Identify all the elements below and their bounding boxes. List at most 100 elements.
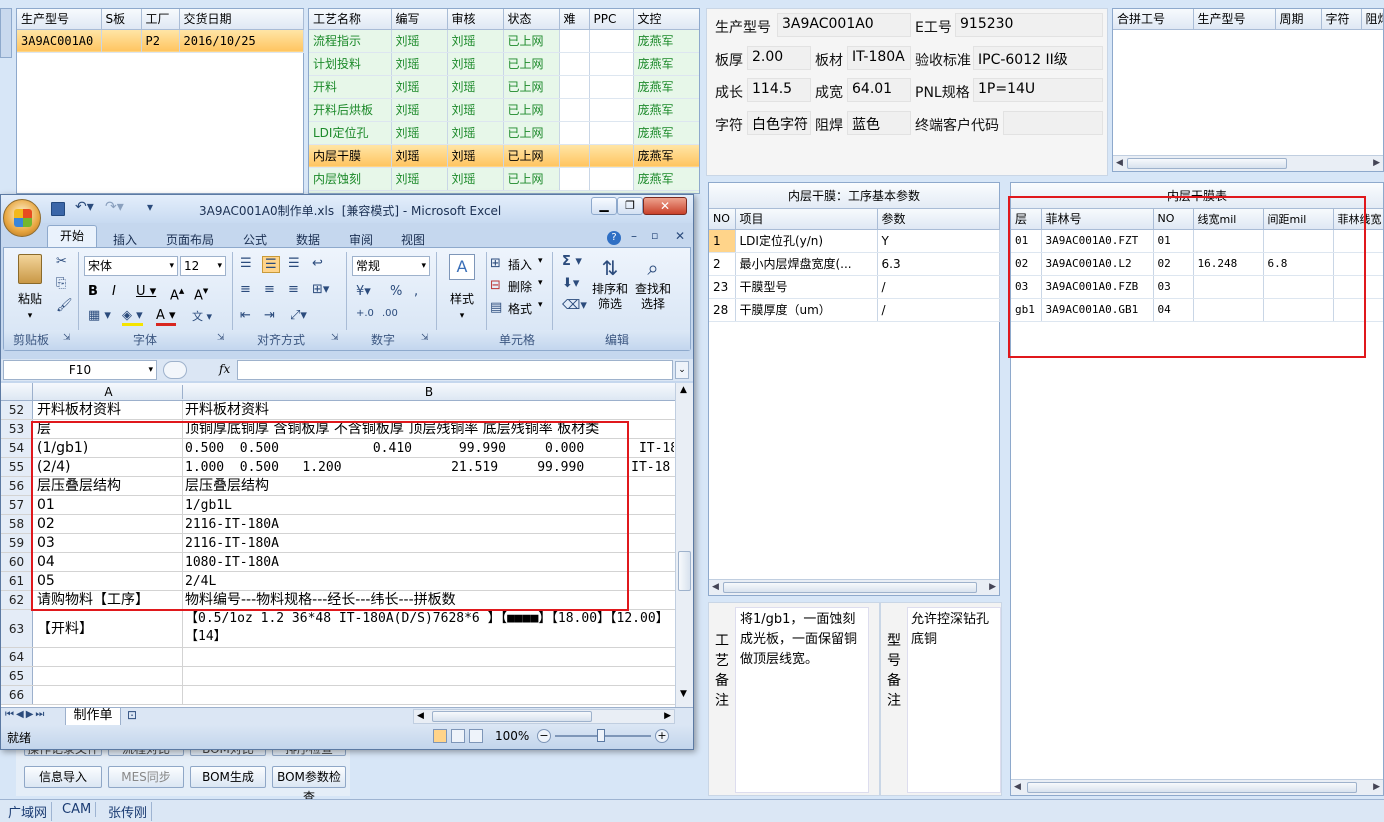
cell-writer[interactable]: 刘瑶 bbox=[391, 144, 448, 168]
table-row[interactable]: 3A9AC001A0 P2 2016/10/25 bbox=[17, 29, 304, 53]
table-row[interactable]: 开料 刘瑶 刘瑶 已上网 庞燕军 bbox=[309, 75, 699, 99]
cell-a[interactable] bbox=[35, 648, 183, 666]
tab-view[interactable]: 视图 bbox=[401, 231, 425, 248]
zoom-level[interactable]: 100% bbox=[495, 729, 529, 743]
insert-cells-icon[interactable]: ⊞ bbox=[490, 256, 501, 271]
scroll-right-icon[interactable]: ▶ bbox=[1373, 158, 1380, 168]
ribbon-close-icon[interactable]: ✕ bbox=[675, 229, 685, 243]
zoom-slider[interactable] bbox=[555, 729, 651, 742]
col-header-item[interactable]: 项目 bbox=[735, 209, 878, 230]
cell-writer[interactable]: 刘瑶 bbox=[391, 52, 448, 76]
dialog-launcher-icon[interactable]: ⇲ bbox=[217, 333, 225, 343]
scroll-left-icon[interactable]: ◀ bbox=[712, 582, 719, 592]
col-header-factory[interactable]: 工厂 bbox=[141, 9, 180, 30]
col-header-char[interactable]: 字符 bbox=[1321, 9, 1362, 30]
fill-color-icon[interactable]: ◈ ▾ bbox=[122, 308, 143, 326]
table-row[interactable]: 计划投料 刘瑶 刘瑶 已上网 庞燕军 bbox=[309, 52, 699, 76]
sheet-row[interactable]: 52 开料板材资料 开料板材资料 bbox=[1, 401, 675, 420]
pnl-field[interactable]: 1P=14U bbox=[973, 78, 1103, 102]
cell-b[interactable]: 【0.5/1oz 1.2 36*48 IT-180A(D/S)7628*6 】【… bbox=[184, 610, 674, 647]
table-row[interactable]: 内层干膜 刘瑶 刘瑶 已上网 庞燕军 bbox=[309, 144, 699, 168]
dialog-launcher-icon[interactable]: ⇲ bbox=[421, 333, 429, 343]
zoom-out-icon[interactable]: − bbox=[537, 729, 551, 743]
column-header-a[interactable]: A bbox=[35, 385, 183, 399]
new-sheet-icon[interactable]: ⊡ bbox=[127, 708, 137, 722]
row-number[interactable]: 65 bbox=[1, 667, 33, 685]
font-color-icon[interactable]: A ▾ bbox=[156, 308, 176, 326]
row-number[interactable]: 66 bbox=[1, 686, 33, 704]
scroll-left-icon[interactable]: ◀ bbox=[417, 711, 424, 721]
col-header-doc-control[interactable]: 文控 bbox=[633, 9, 699, 30]
paste-button[interactable]: 粘贴 ▾ bbox=[10, 254, 50, 324]
cell-ppc[interactable] bbox=[589, 52, 634, 76]
cell-no[interactable]: 2 bbox=[709, 252, 736, 276]
sheet-row[interactable]: 63 【开料】 【0.5/1oz 1.2 36*48 IT-180A(D/S)762… bbox=[1, 610, 675, 648]
decrease-indent-icon[interactable]: ⇤ bbox=[240, 308, 251, 323]
cell-no[interactable]: 23 bbox=[709, 275, 736, 299]
scroll-up-icon[interactable]: ▲ bbox=[680, 385, 687, 395]
tab-formulas[interactable]: 公式 bbox=[243, 231, 267, 248]
cell-doc-control[interactable]: 庞燕军 bbox=[633, 75, 699, 99]
expand-formula-icon[interactable]: ⌄ bbox=[675, 361, 689, 379]
sheet-tab-active[interactable]: 制作单 bbox=[65, 708, 121, 726]
cell-item[interactable]: LDI定位孔(y/n) bbox=[735, 229, 878, 253]
cell-a[interactable] bbox=[35, 667, 183, 685]
table-row[interactable]: 23 干膜型号 / bbox=[709, 275, 1000, 299]
formula-input[interactable] bbox=[237, 360, 673, 380]
scroll-thumb[interactable] bbox=[432, 711, 592, 722]
cell-difficulty[interactable] bbox=[559, 144, 590, 168]
table-row[interactable]: LDI定位孔 刘瑶 刘瑶 已上网 庞燕军 bbox=[309, 121, 699, 145]
cell-doc-control[interactable]: 庞燕军 bbox=[633, 121, 699, 145]
currency-icon[interactable]: ¥▾ bbox=[356, 284, 371, 299]
cell-difficulty[interactable] bbox=[559, 75, 590, 99]
zoom-in-icon[interactable]: + bbox=[655, 729, 669, 743]
save-icon[interactable] bbox=[51, 202, 65, 216]
tab-home[interactable]: 开始 bbox=[47, 225, 97, 247]
row-number[interactable]: 52 bbox=[1, 401, 33, 419]
sheet-row[interactable]: 66 bbox=[1, 686, 675, 705]
close-button[interactable]: ✕ bbox=[643, 197, 687, 215]
align-bottom-icon[interactable]: ☰ bbox=[288, 256, 300, 271]
cell-status[interactable]: 已上网 bbox=[503, 167, 560, 191]
mes-sync-button[interactable]: MES同步 bbox=[108, 766, 184, 788]
cell-reviewer[interactable]: 刘瑶 bbox=[447, 52, 504, 76]
cell-process[interactable]: 计划投料 bbox=[309, 52, 392, 76]
table-row[interactable]: 内层蚀刻 刘瑶 刘瑶 已上网 庞燕军 bbox=[309, 167, 699, 191]
italic-icon[interactable]: I bbox=[112, 284, 116, 299]
col-header-model[interactable]: 生产型号 bbox=[17, 9, 102, 30]
width-field[interactable]: 64.01 bbox=[847, 78, 911, 102]
cell-no[interactable]: 28 bbox=[709, 298, 736, 322]
tab-data[interactable]: 数据 bbox=[296, 231, 320, 248]
col-header-merge-no[interactable]: 合拼工号 bbox=[1113, 9, 1194, 30]
cell-doc-control[interactable]: 庞燕军 bbox=[633, 52, 699, 76]
bom-param-check-button[interactable]: BOM参数检查 bbox=[272, 766, 346, 804]
cell-s-board[interactable] bbox=[101, 29, 142, 53]
orientation-icon[interactable]: ⤢▾ bbox=[290, 308, 307, 323]
col-header-process[interactable]: 工艺名称 bbox=[309, 9, 392, 30]
merge-hscroll[interactable]: ◀ ▶ bbox=[1113, 155, 1383, 171]
customer-field[interactable] bbox=[1003, 111, 1103, 135]
length-field[interactable]: 114.5 bbox=[747, 78, 811, 102]
cell-process[interactable]: 开料 bbox=[309, 75, 392, 99]
row-number[interactable]: 62 bbox=[1, 591, 33, 609]
fx-icon[interactable]: fx bbox=[219, 362, 230, 376]
cell-status[interactable]: 已上网 bbox=[503, 144, 560, 168]
ribbon-restore-icon[interactable]: ▫ bbox=[651, 229, 658, 242]
decrease-decimal-icon[interactable]: .00 bbox=[382, 308, 398, 319]
cut-icon[interactable]: ✂ bbox=[56, 254, 67, 269]
office-button[interactable] bbox=[3, 199, 41, 237]
wrap-text-icon[interactable]: ↩ bbox=[312, 256, 323, 271]
tab-insert[interactable]: 插入 bbox=[113, 231, 137, 248]
model-notes-text[interactable]: 允许控深钻孔底铜 bbox=[907, 607, 1001, 793]
scroll-right-icon[interactable]: ▶ bbox=[1373, 782, 1380, 792]
cell-doc-control[interactable]: 庞燕军 bbox=[633, 144, 699, 168]
cell-process[interactable]: 内层干膜 bbox=[309, 144, 392, 168]
scroll-thumb[interactable] bbox=[678, 551, 691, 591]
cell-b[interactable] bbox=[184, 686, 674, 704]
col-header-s-board[interactable]: S板 bbox=[101, 9, 142, 30]
merge-center-icon[interactable]: ⊞▾ bbox=[312, 282, 329, 297]
row-number[interactable]: 63 bbox=[1, 610, 33, 647]
cell-item[interactable]: 干膜型号 bbox=[735, 275, 878, 299]
cell-reviewer[interactable]: 刘瑶 bbox=[447, 167, 504, 191]
cell-status[interactable]: 已上网 bbox=[503, 121, 560, 145]
